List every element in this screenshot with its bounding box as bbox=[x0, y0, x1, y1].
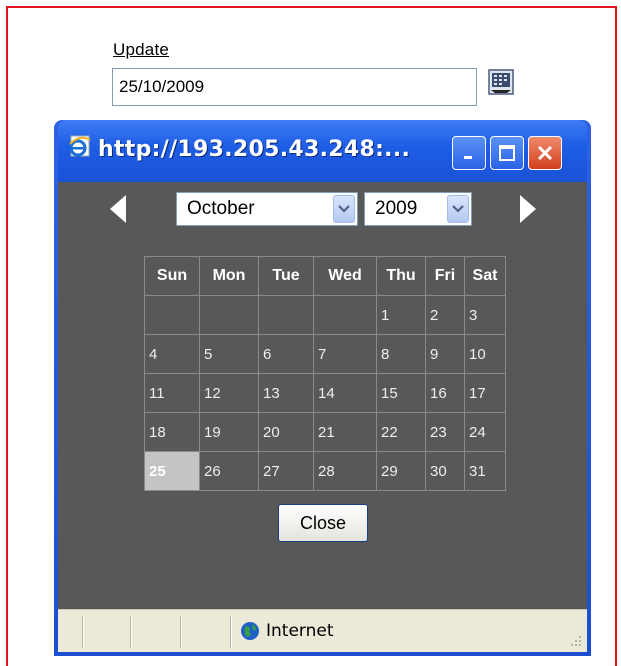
weekday-header-row: Sun Mon Tue Wed Thu Fri Sat bbox=[144, 256, 506, 296]
close-icon bbox=[537, 145, 553, 161]
day-cell[interactable]: 28 bbox=[313, 451, 377, 491]
day-cell[interactable]: 6 bbox=[258, 334, 314, 374]
calendar-picker-button[interactable] bbox=[486, 66, 516, 98]
day-cell[interactable]: 24 bbox=[464, 412, 506, 452]
day-cell[interactable]: 4 bbox=[144, 334, 200, 374]
day-cell[interactable]: 10 bbox=[464, 334, 506, 374]
weekday-header: Thu bbox=[376, 256, 426, 296]
update-label[interactable]: Update bbox=[113, 40, 169, 60]
weekday-header: Tue bbox=[258, 256, 314, 296]
calendar-popup-window: http://193.205.43.248:... October 2009 S… bbox=[54, 120, 591, 656]
close-window-button[interactable] bbox=[528, 136, 562, 170]
window-titlebar[interactable]: http://193.205.43.248:... bbox=[58, 120, 587, 182]
ie-page-icon bbox=[69, 135, 91, 157]
day-cell[interactable]: 14 bbox=[313, 373, 377, 413]
status-divider bbox=[180, 616, 182, 648]
day-cell[interactable]: 30 bbox=[425, 451, 465, 491]
day-cell bbox=[144, 295, 200, 335]
calendar-week-row: 11 12 13 14 15 16 17 bbox=[144, 373, 506, 413]
day-cell[interactable]: 13 bbox=[258, 373, 314, 413]
day-cell[interactable]: 2 bbox=[425, 295, 465, 335]
maximize-icon bbox=[499, 145, 515, 161]
day-cell bbox=[258, 295, 314, 335]
calendar-week-row: 18 19 20 21 22 23 24 bbox=[144, 412, 506, 452]
calendar-week-row: 25 26 27 28 29 30 31 bbox=[144, 451, 506, 491]
calendar-week-row: 4 5 6 7 8 9 10 bbox=[144, 334, 506, 374]
weekday-header: Sat bbox=[464, 256, 506, 296]
calendar-panel: October 2009 Sun Mon Tue Wed Thu Fri Sat… bbox=[58, 182, 587, 609]
day-cell[interactable]: 29 bbox=[376, 451, 426, 491]
status-divider bbox=[82, 616, 84, 648]
day-cell[interactable]: 22 bbox=[376, 412, 426, 452]
day-cell[interactable]: 7 bbox=[313, 334, 377, 374]
day-cell[interactable]: 11 bbox=[144, 373, 200, 413]
minimize-icon bbox=[464, 156, 472, 159]
status-divider bbox=[230, 616, 232, 648]
day-cell[interactable]: 23 bbox=[425, 412, 465, 452]
day-cell[interactable]: 19 bbox=[199, 412, 259, 452]
minimize-button[interactable] bbox=[452, 136, 486, 170]
day-cell bbox=[199, 295, 259, 335]
prev-month-arrow-icon[interactable] bbox=[108, 194, 128, 224]
day-cell[interactable]: 9 bbox=[425, 334, 465, 374]
day-cell[interactable]: 8 bbox=[376, 334, 426, 374]
close-button[interactable]: Close bbox=[278, 504, 368, 542]
weekday-header: Mon bbox=[199, 256, 259, 296]
resize-grip-icon[interactable] bbox=[569, 634, 583, 648]
day-cell[interactable]: 26 bbox=[199, 451, 259, 491]
date-input[interactable] bbox=[112, 68, 477, 106]
day-cell[interactable]: 5 bbox=[199, 334, 259, 374]
day-cell[interactable]: 1 bbox=[376, 295, 426, 335]
chevron-down-icon bbox=[333, 195, 355, 223]
chevron-down-icon bbox=[447, 195, 469, 223]
next-month-arrow-icon[interactable] bbox=[518, 194, 538, 224]
day-cell[interactable]: 21 bbox=[313, 412, 377, 452]
calendar-week-row: 1 2 3 bbox=[144, 295, 506, 335]
month-select[interactable]: October bbox=[176, 192, 358, 226]
weekday-header: Fri bbox=[425, 256, 465, 296]
calendar-icon bbox=[488, 69, 514, 95]
day-cell[interactable]: 18 bbox=[144, 412, 200, 452]
day-cell[interactable]: 27 bbox=[258, 451, 314, 491]
day-cell[interactable]: 16 bbox=[425, 373, 465, 413]
weekday-header: Sun bbox=[144, 256, 200, 296]
day-cell bbox=[313, 295, 377, 335]
month-select-value: October bbox=[187, 198, 255, 219]
year-select[interactable]: 2009 bbox=[364, 192, 472, 226]
day-cell[interactable]: 15 bbox=[376, 373, 426, 413]
day-cell[interactable]: 3 bbox=[464, 295, 506, 335]
security-zone-label: Internet bbox=[266, 621, 334, 641]
day-cell[interactable]: 12 bbox=[199, 373, 259, 413]
maximize-button[interactable] bbox=[490, 136, 524, 170]
status-bar: Internet bbox=[58, 609, 587, 652]
globe-icon bbox=[241, 622, 259, 640]
selected-day-cell[interactable]: 25 bbox=[144, 451, 200, 491]
day-cell[interactable]: 17 bbox=[464, 373, 506, 413]
year-select-value: 2009 bbox=[375, 198, 418, 219]
day-cell[interactable]: 31 bbox=[464, 451, 506, 491]
calendar-grid: Sun Mon Tue Wed Thu Fri Sat 1 2 3 4 5 6 … bbox=[144, 256, 506, 491]
window-title: http://193.205.43.248:... bbox=[98, 137, 411, 162]
status-divider bbox=[130, 616, 132, 648]
day-cell[interactable]: 20 bbox=[258, 412, 314, 452]
weekday-header: Wed bbox=[313, 256, 377, 296]
